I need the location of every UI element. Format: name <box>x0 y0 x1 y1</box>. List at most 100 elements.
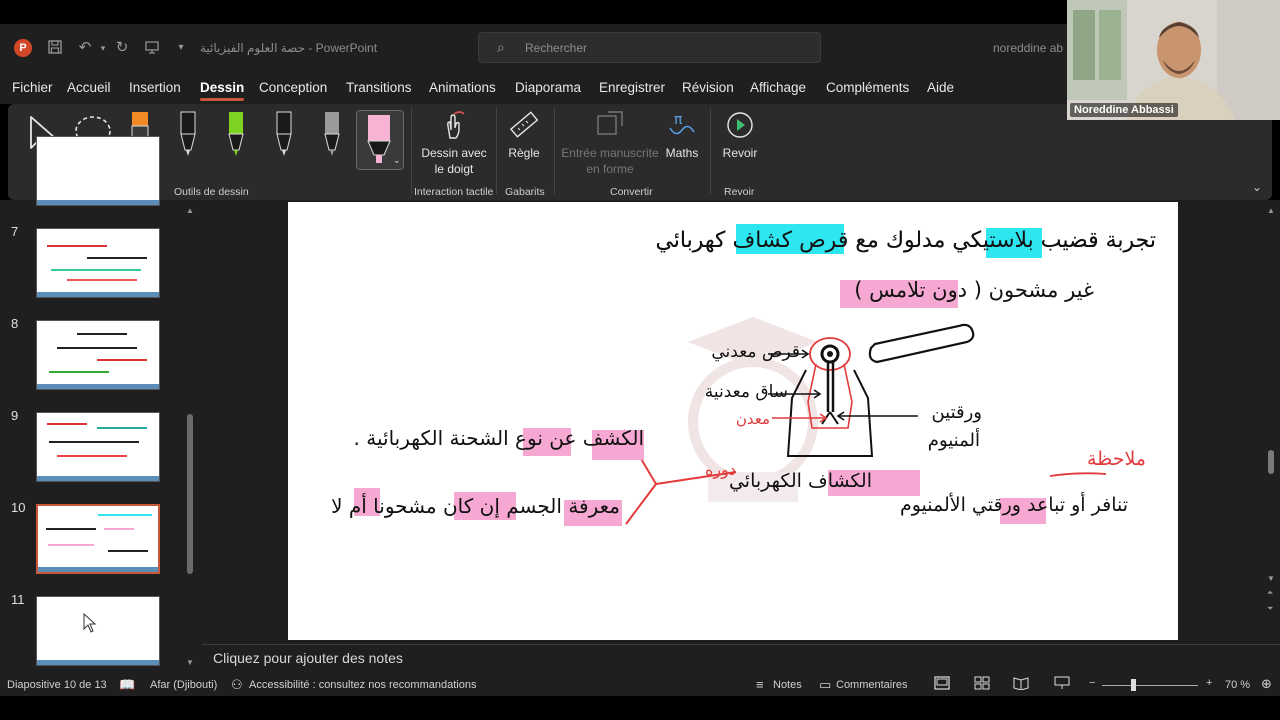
pen-green-icon[interactable] <box>225 110 247 161</box>
undo-icon[interactable]: ↶ <box>76 39 94 57</box>
tab-complements[interactable]: Compléments <box>826 80 909 95</box>
thumb-ink <box>49 441 139 443</box>
tab-diaporama[interactable]: Diaporama <box>515 80 581 95</box>
slide-number-11: 11 <box>11 592 25 607</box>
tab-animations[interactable]: Animations <box>429 80 496 95</box>
zoom-out-icon[interactable]: − <box>1089 677 1095 689</box>
thumb-ink <box>104 528 134 530</box>
thumb-ink <box>57 347 137 349</box>
current-slide[interactable]: تجربة قضيب بلاستيكي مدلوك مع قرص كشاف كه… <box>288 202 1178 640</box>
group-revoir-label: Revoir <box>724 186 755 198</box>
notes-placeholder[interactable]: Cliquez pour ajouter des notes <box>213 650 403 666</box>
comments-icon[interactable]: ▭ <box>819 677 831 693</box>
collapse-ribbon-icon[interactable]: ⌄ <box>1252 180 1262 194</box>
draw-with-finger-line1[interactable]: Dessin avec <box>418 145 490 161</box>
tab-dessin[interactable]: Dessin <box>200 80 245 101</box>
webcam-person-image <box>1067 0 1280 120</box>
tab-aide[interactable]: Aide <box>927 80 954 95</box>
scroll-up-arrow-icon[interactable]: ▲ <box>1267 206 1275 215</box>
comments-button[interactable]: Commentaires <box>836 679 908 691</box>
scroll-down-arrow-icon[interactable]: ▼ <box>1267 574 1275 583</box>
tab-accueil[interactable]: Accueil <box>67 80 111 95</box>
notes-pane[interactable]: Cliquez pour ajouter des notes <box>202 644 1280 674</box>
math-pi-icon[interactable]: π <box>666 110 698 143</box>
replay-button[interactable]: Revoir <box>718 145 762 161</box>
label-observation: ملاحظة <box>1086 448 1146 470</box>
scrollbar-thumb[interactable] <box>1268 450 1274 474</box>
slide-thumbnail-9[interactable] <box>36 412 160 482</box>
label-metal-rod: ساق معدنية <box>704 382 788 402</box>
label-metal-disc: قرص معدني <box>711 342 800 362</box>
scroll-down-arrow-icon[interactable]: ▼ <box>186 658 194 667</box>
ink-line-1-overlay: تجربة قضيب بلاستيكي مدلوك مع قرص كشاف كه… <box>655 228 1156 253</box>
tab-transitions[interactable]: Transitions <box>346 80 412 95</box>
ribbon-separator <box>710 108 711 194</box>
zoom-slider-thumb[interactable] <box>1131 679 1136 691</box>
svg-text:π: π <box>674 112 683 128</box>
touch-draw-icon[interactable] <box>440 110 466 143</box>
pen-black-2-icon[interactable] <box>273 110 295 161</box>
slide-thumbnail-11[interactable] <box>36 596 160 666</box>
highlighter-pink-selected[interactable]: ⌄ <box>356 110 404 170</box>
slide-thumbnail-6-partial[interactable] <box>36 136 160 206</box>
thumb-footer <box>38 567 158 572</box>
replay-icon[interactable] <box>724 110 756 143</box>
slide-thumbnail-10-selected[interactable] <box>34 502 162 576</box>
tab-affichage[interactable]: Affichage <box>750 80 806 95</box>
language-status[interactable]: Afar (Djibouti) <box>150 679 217 691</box>
math-button[interactable]: Maths <box>662 145 702 161</box>
slideshow-view-icon[interactable] <box>1054 676 1070 693</box>
thumb-footer <box>37 660 159 665</box>
redo-icon[interactable]: ↻ <box>113 39 131 57</box>
group-interaction-tactile-label: Interaction tactile <box>414 186 494 198</box>
slide-sorter-icon[interactable] <box>974 676 990 693</box>
draw-with-finger-line2[interactable]: le doigt <box>418 161 490 177</box>
undo-dropdown-icon[interactable]: ▾ <box>94 39 112 57</box>
tab-conception[interactable]: Conception <box>259 80 327 95</box>
scrollbar-thumb[interactable] <box>187 414 193 574</box>
notes-button[interactable]: Notes <box>773 679 802 691</box>
notes-icon[interactable]: ≡ <box>756 677 764 692</box>
thumb-ink <box>57 455 127 457</box>
zoom-slider-track[interactable] <box>1102 685 1198 686</box>
pen-options-chevron-icon[interactable]: ⌄ <box>393 155 401 166</box>
scroll-up-arrow-icon[interactable]: ▲ <box>186 206 194 215</box>
fit-slide-icon[interactable]: ⊕ <box>1261 676 1272 692</box>
spellcheck-book-icon[interactable]: 📖 <box>119 677 135 693</box>
slide-thumbnail-8[interactable] <box>36 320 160 390</box>
slide-scrollbar[interactable]: ▲ ▼ ⏶ ⏷ <box>1264 200 1278 644</box>
accessibility-status[interactable]: Accessibilité : consultez nos recommanda… <box>249 679 476 691</box>
thumb-ink <box>49 371 109 373</box>
reading-view-icon[interactable] <box>1013 676 1029 693</box>
search-box[interactable]: ⌕ Rechercher <box>478 32 821 63</box>
webcam-participant-name: Noreddine Abbassi <box>1070 103 1178 117</box>
thumb-footer <box>37 200 159 205</box>
previous-slide-icon[interactable]: ⏶ <box>1267 588 1273 598</box>
present-icon[interactable] <box>143 39 161 57</box>
zoom-in-icon[interactable]: + <box>1206 677 1212 689</box>
document-title: حصة العلوم الفيزيائية - PowerPoint <box>200 41 378 55</box>
search-icon: ⌕ <box>497 39 505 55</box>
tab-enregistrer[interactable]: Enregistrer <box>599 80 665 95</box>
customize-qat-icon[interactable]: ▾ <box>172 39 190 57</box>
next-slide-icon[interactable]: ⏷ <box>1267 604 1273 614</box>
powerpoint-logo-icon: P <box>14 39 32 57</box>
search-input[interactable]: Rechercher <box>525 41 587 55</box>
slide-counter: Diapositive 10 de 13 <box>7 679 107 691</box>
group-outils-dessin-label: Outils de dessin <box>174 186 249 198</box>
save-icon[interactable] <box>46 39 64 57</box>
user-account[interactable]: noreddine ab <box>993 41 1063 55</box>
slide-thumbnail-7[interactable] <box>36 228 160 298</box>
pencil-gray-icon[interactable] <box>321 110 343 161</box>
ruler-button[interactable]: Règle <box>502 145 546 161</box>
tab-insertion[interactable]: Insertion <box>129 80 181 95</box>
tab-fichier[interactable]: Fichier <box>12 80 53 95</box>
ruler-icon[interactable] <box>508 110 540 145</box>
tab-revision[interactable]: Révision <box>682 80 734 95</box>
pen-black-icon[interactable] <box>177 110 199 161</box>
normal-view-icon[interactable] <box>934 676 950 693</box>
thumbnails-scrollbar[interactable]: ▲ ▼ <box>186 206 194 667</box>
zoom-level[interactable]: 70 % <box>1225 679 1250 691</box>
accessibility-icon[interactable]: ⚇ <box>231 677 243 693</box>
thumb-ink <box>47 423 87 425</box>
